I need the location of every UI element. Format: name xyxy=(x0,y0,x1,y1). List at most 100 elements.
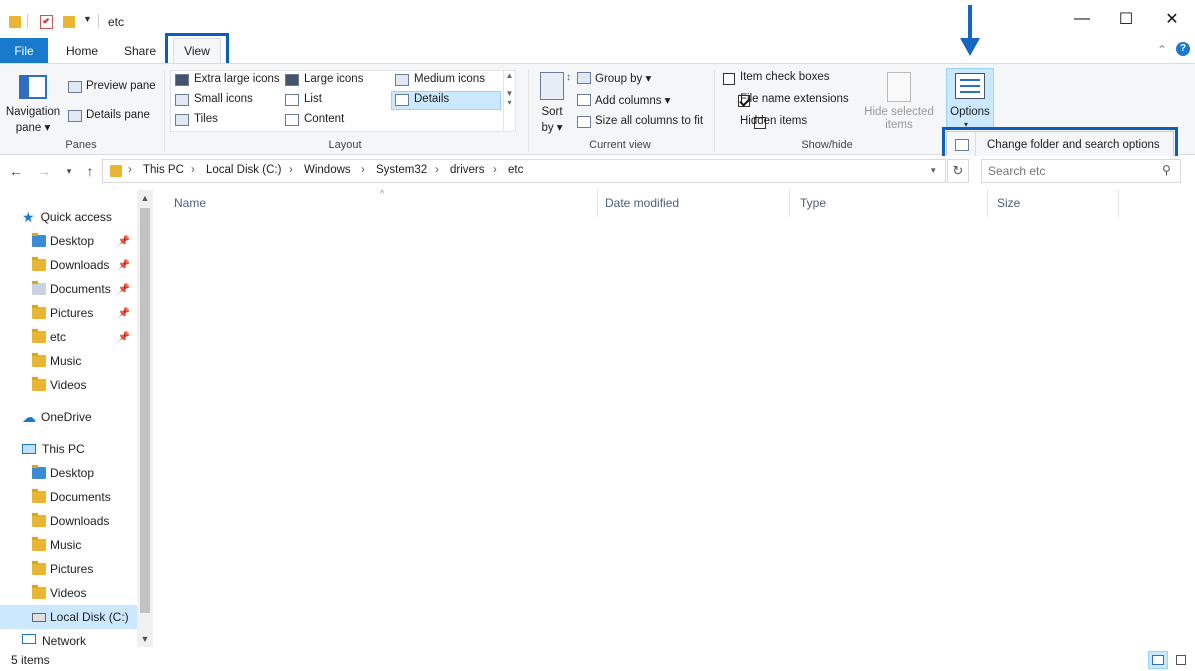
add-columns-button[interactable]: Add columns ▾ xyxy=(595,93,670,107)
column-header-name[interactable]: Name xyxy=(166,189,598,217)
forward-arrow-icon[interactable]: → xyxy=(33,160,55,182)
breadcrumb-this-pc[interactable]: This PC xyxy=(143,164,184,176)
sidebar-scrollbar[interactable]: ▲ ▼ xyxy=(137,190,153,647)
extra-large-icons-option[interactable]: Extra large icons xyxy=(194,73,280,85)
pin-icon[interactable]: 📌 xyxy=(118,260,130,271)
content-icon xyxy=(285,114,299,126)
navigation-pane-icon[interactable] xyxy=(19,75,47,99)
computer-icon xyxy=(22,444,36,454)
breadcrumb-separator-icon[interactable]: › xyxy=(191,164,195,176)
tiles-option[interactable]: Tiles xyxy=(194,113,218,125)
navigation-bar: ← → ▾ ↑ › This PC › Local Disk (C:) › Wi… xyxy=(0,156,1195,186)
help-icon[interactable]: ? xyxy=(1176,42,1190,56)
sidebar-item-pc-documents[interactable]: Documents xyxy=(32,485,111,509)
hide-selected-items-button[interactable]: Hide selected xyxy=(858,106,940,118)
sidebar-item-pictures[interactable]: Pictures 📌 xyxy=(32,301,152,325)
breadcrumb-separator-icon[interactable]: › xyxy=(493,164,497,176)
sort-by-button[interactable]: Sort xyxy=(536,106,568,118)
breadcrumb-drivers[interactable]: drivers xyxy=(450,164,485,176)
sidebar-item-network[interactable]: Network xyxy=(22,634,86,648)
sidebar-item-music[interactable]: Music xyxy=(32,349,81,373)
maximize-button[interactable]: ☐ xyxy=(1103,0,1149,38)
tab-home[interactable]: Home xyxy=(56,38,108,63)
pin-icon[interactable]: 📌 xyxy=(118,308,130,319)
minimize-button[interactable]: — xyxy=(1059,0,1105,38)
sidebar-item-videos[interactable]: Videos xyxy=(32,373,86,397)
sidebar-item-pc-music[interactable]: Music xyxy=(32,533,81,557)
sidebar-item-label: Music xyxy=(50,538,82,552)
sort-by-icon[interactable] xyxy=(540,72,564,100)
content-option[interactable]: Content xyxy=(304,113,344,125)
navigation-pane-label[interactable]: Navigation xyxy=(5,106,61,118)
breadcrumb-separator-icon[interactable]: › xyxy=(435,164,439,176)
sidebar-item-documents[interactable]: Documents 📌 xyxy=(32,277,152,301)
search-icon[interactable]: ⚲ xyxy=(1162,163,1171,177)
list-option[interactable]: List xyxy=(304,93,322,105)
sidebar-item-pc-desktop[interactable]: Desktop xyxy=(32,461,94,485)
file-name-extensions-label[interactable]: File name extensions xyxy=(740,93,849,105)
details-option[interactable]: Details xyxy=(414,93,449,105)
properties-icon[interactable] xyxy=(40,15,53,29)
sidebar-item-pc-videos[interactable]: Videos xyxy=(32,581,86,605)
tab-file[interactable]: File xyxy=(0,38,48,63)
details-pane-button[interactable]: Details pane xyxy=(86,109,150,121)
column-header-size[interactable]: Size xyxy=(989,189,1119,217)
qat-dropdown-icon[interactable]: ▼ xyxy=(83,14,92,24)
tab-share[interactable]: Share xyxy=(116,38,164,63)
chevron-up-icon[interactable]: ⌃ xyxy=(1157,43,1167,57)
options-label[interactable]: Options xyxy=(946,106,994,118)
medium-icons-option[interactable]: Medium icons xyxy=(414,73,485,85)
up-arrow-icon[interactable]: ↑ xyxy=(79,160,101,182)
navigation-pane-label-2[interactable]: pane ▾ xyxy=(5,120,61,134)
item-check-boxes-label[interactable]: Item check boxes xyxy=(740,71,829,83)
size-all-columns-button[interactable]: Size all columns to fit xyxy=(595,115,703,127)
column-header-type[interactable]: Type xyxy=(792,189,988,217)
hidden-items-label[interactable]: Hidden items xyxy=(740,115,807,127)
scroll-down-icon[interactable]: ▼ xyxy=(137,631,153,647)
breadcrumb-separator-icon[interactable]: › xyxy=(128,164,132,176)
pin-icon[interactable]: 📌 xyxy=(118,284,130,295)
layout-scroll[interactable]: ▲ ▼ ▾ xyxy=(503,71,515,131)
sidebar-item-label: Downloads xyxy=(50,258,110,272)
search-box[interactable]: ⚲ xyxy=(981,159,1181,183)
sidebar-item-quick-access[interactable]: ★ Quick access xyxy=(22,205,112,229)
sidebar-item-pc-pictures[interactable]: Pictures xyxy=(32,557,93,581)
group-by-button[interactable]: Group by ▾ xyxy=(595,71,651,85)
sidebar-item-onedrive[interactable]: ☁ OneDrive xyxy=(22,405,92,429)
close-button[interactable]: ✕ xyxy=(1149,0,1195,38)
scrollbar-thumb[interactable] xyxy=(140,208,150,613)
divider xyxy=(528,70,529,152)
details-view-icon[interactable] xyxy=(1148,651,1168,669)
item-check-boxes-checkbox[interactable] xyxy=(723,73,735,85)
breadcrumb-separator-icon[interactable]: › xyxy=(289,164,293,176)
sidebar-item-pc-downloads[interactable]: Downloads xyxy=(32,509,109,533)
new-folder-icon[interactable] xyxy=(63,16,75,28)
large-icons-option[interactable]: Large icons xyxy=(304,73,363,85)
address-bar[interactable]: › This PC › Local Disk (C:) › Windows › … xyxy=(102,159,946,183)
pin-icon[interactable]: 📌 xyxy=(118,332,130,343)
sidebar-item-downloads[interactable]: Downloads 📌 xyxy=(32,253,152,277)
sidebar-item-this-pc[interactable]: This PC xyxy=(22,437,85,461)
refresh-icon[interactable]: ↻ xyxy=(947,159,969,183)
breadcrumb-local-disk[interactable]: Local Disk (C:) xyxy=(206,164,281,176)
search-input[interactable] xyxy=(988,163,1158,179)
sort-by-button-2[interactable]: by ▾ xyxy=(536,120,568,134)
pin-icon[interactable]: 📌 xyxy=(118,236,130,247)
breadcrumb-windows[interactable]: Windows xyxy=(304,164,351,176)
breadcrumb-etc[interactable]: etc xyxy=(508,164,523,176)
large-icons-view-icon[interactable] xyxy=(1172,651,1192,669)
address-dropdown-icon[interactable]: ▾ xyxy=(931,165,936,176)
column-header-date-modified[interactable]: Date modified xyxy=(597,189,790,217)
sidebar-item-label: Videos xyxy=(50,586,87,600)
recent-locations-icon[interactable]: ▾ xyxy=(58,160,80,182)
breadcrumb-separator-icon[interactable]: › xyxy=(361,164,365,176)
hide-selected-items-button-2[interactable]: items xyxy=(858,119,940,131)
breadcrumb-system32[interactable]: System32 xyxy=(376,164,427,176)
small-icons-option[interactable]: Small icons xyxy=(194,93,253,105)
scroll-up-icon[interactable]: ▲ xyxy=(137,190,153,206)
preview-pane-button[interactable]: Preview pane xyxy=(86,80,156,92)
back-arrow-icon[interactable]: ← xyxy=(5,160,27,182)
sidebar-item-desktop[interactable]: Desktop 📌 xyxy=(32,229,152,253)
sidebar-item-etc[interactable]: etc 📌 xyxy=(32,325,152,349)
sidebar-item-local-disk[interactable]: Local Disk (C:) xyxy=(32,605,129,629)
